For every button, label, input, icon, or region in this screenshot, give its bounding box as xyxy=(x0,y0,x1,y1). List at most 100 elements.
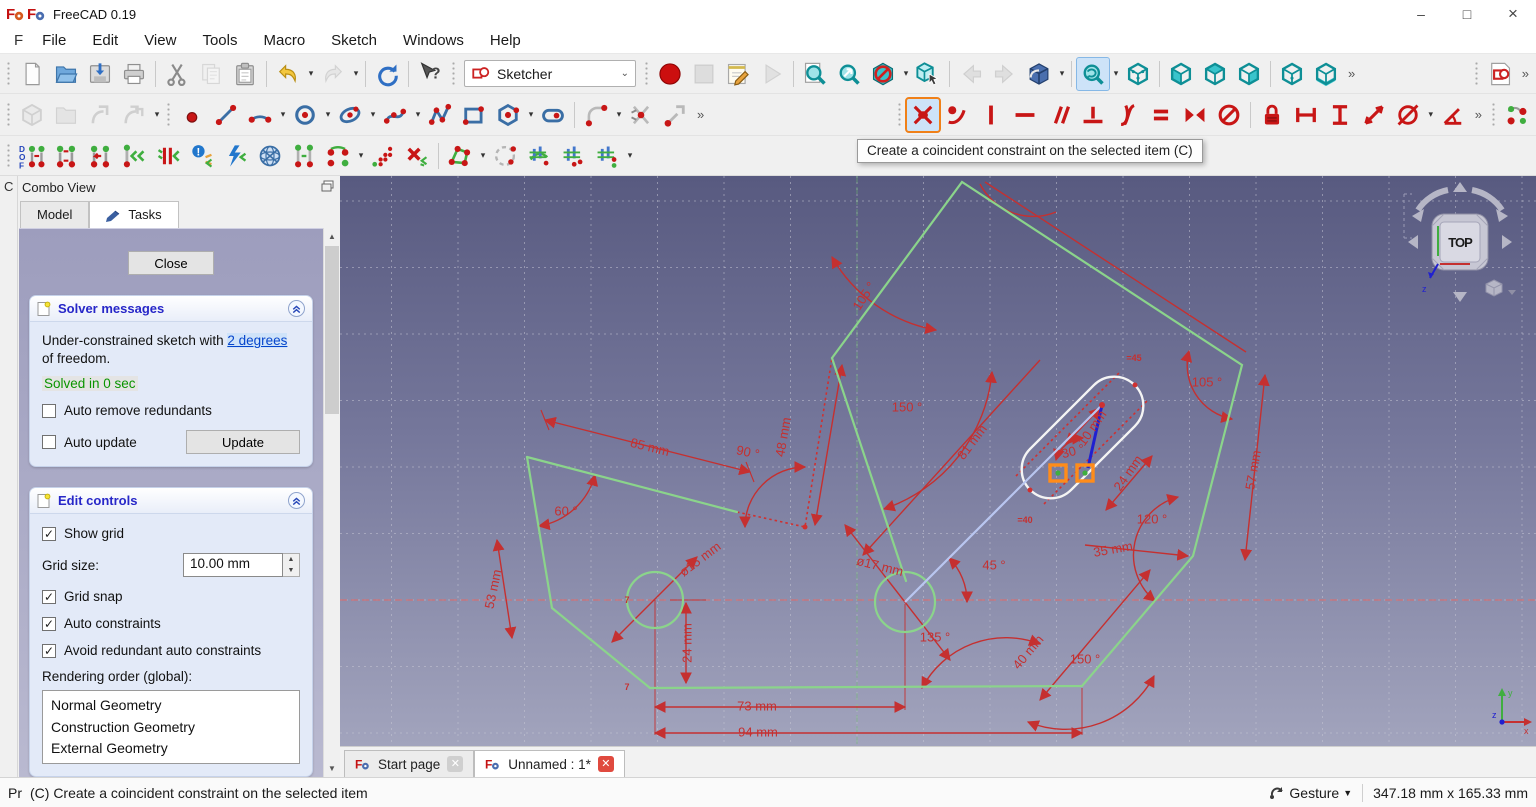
toggle-driving-button[interactable] xyxy=(1500,98,1534,132)
close-button[interactable]: Close xyxy=(128,251,214,275)
sketch-canvas[interactable] xyxy=(340,176,1536,746)
select-constraints-button[interactable] xyxy=(49,139,83,173)
auto-remove-redundants-checkbox[interactable] xyxy=(42,404,56,418)
scroll-up-icon[interactable]: ▲ xyxy=(324,228,340,245)
menu-file[interactable]: File xyxy=(29,30,79,51)
select-malformed-button[interactable]: ! xyxy=(185,139,219,173)
geo-bspline-dropdown-icon[interactable]: ▾ xyxy=(413,109,423,120)
whats-this-button[interactable]: ? xyxy=(413,57,447,91)
dimension-label[interactable]: 7 xyxy=(624,595,629,605)
pan-right-arrow[interactable] xyxy=(1502,235,1512,249)
macro-play-button[interactable] xyxy=(755,57,789,91)
constraint-diameter-dropdown-icon[interactable]: ▾ xyxy=(1426,109,1436,120)
make-link-button[interactable] xyxy=(83,98,117,132)
dimension-label[interactable]: 45 ° xyxy=(982,558,1005,573)
fit-selection-button[interactable] xyxy=(832,57,866,91)
close-tab-icon[interactable]: ✕ xyxy=(598,756,614,772)
dimension-label[interactable]: 7 xyxy=(624,682,629,692)
auto-update-checkbox[interactable] xyxy=(42,435,56,449)
constraint-hdistance-button[interactable] xyxy=(1289,98,1323,132)
toolbar-handle[interactable] xyxy=(644,61,649,87)
constraint-diameter-button[interactable] xyxy=(1391,98,1425,132)
menu-sketch[interactable]: Sketch xyxy=(318,30,390,51)
close-tab-icon[interactable]: ✕ xyxy=(447,756,463,772)
macro-record-button[interactable] xyxy=(653,57,687,91)
constraint-parallel-button[interactable] xyxy=(1042,98,1076,132)
select-elements-button[interactable] xyxy=(83,139,117,173)
navigation-cube[interactable]: TOP z xyxy=(1398,180,1522,306)
make-sub-link-dropdown-icon[interactable]: ▾ xyxy=(152,109,162,120)
bspline-comb-button[interactable] xyxy=(522,139,556,173)
tilt-down-arrow[interactable] xyxy=(1453,292,1467,302)
tab-start-page[interactable]: F Start page ✕ xyxy=(344,750,474,777)
constraint-horizontal-button[interactable] xyxy=(1008,98,1042,132)
bspline-convert-button[interactable] xyxy=(443,139,477,173)
bspline-poles-button[interactable] xyxy=(590,139,624,173)
bspline-polygon-button[interactable] xyxy=(488,139,522,173)
geo-slot-button[interactable] xyxy=(536,98,570,132)
rotate-view-button[interactable] xyxy=(1076,57,1110,91)
rendering-order-list[interactable]: Normal Geometry Construction Geometry Ex… xyxy=(42,690,300,764)
dimension-label[interactable]: 94 mm xyxy=(738,725,778,740)
geo-arc-button[interactable] xyxy=(243,98,277,132)
undo-button[interactable] xyxy=(271,57,305,91)
geo-circle-dropdown-icon[interactable]: ▾ xyxy=(323,109,333,120)
constraint-tangent-button[interactable] xyxy=(1110,98,1144,132)
panel-scrollbar[interactable]: ▲ ▼ xyxy=(323,228,340,777)
linked-view-button[interactable] xyxy=(1022,57,1056,91)
grid-size-input[interactable]: 10.00 mm xyxy=(183,553,283,577)
tab-unnamed-document[interactable]: F Unnamed : 1* ✕ xyxy=(474,750,625,777)
grid-snap-checkbox[interactable]: ✓ xyxy=(42,590,56,604)
gesture-selector[interactable]: Gesture▼ xyxy=(1269,785,1352,801)
toolbar-handle[interactable] xyxy=(166,102,171,128)
fit-all-button[interactable] xyxy=(798,57,832,91)
rotate-left-arrow[interactable] xyxy=(1418,190,1448,210)
nav-forward-button[interactable] xyxy=(988,57,1022,91)
rotate-view-dropdown-icon[interactable]: ▾ xyxy=(1111,68,1121,79)
view-top-button[interactable] xyxy=(1198,57,1232,91)
constraint-lock-button[interactable] xyxy=(1255,98,1289,132)
cube-top-face[interactable]: TOP xyxy=(1448,235,1473,250)
menu-tools[interactable]: Tools xyxy=(189,30,250,51)
dof-link[interactable]: 2 degrees xyxy=(227,333,287,348)
pan-left-arrow[interactable] xyxy=(1408,235,1418,249)
toolbar-overflow-button[interactable]: » xyxy=(692,107,709,122)
scrollbar-thumb[interactable] xyxy=(325,246,339,414)
create-group-button[interactable] xyxy=(49,98,83,132)
cursor-cube-button[interactable] xyxy=(911,57,945,91)
menu-view[interactable]: View xyxy=(131,30,189,51)
rotate-right-arrow[interactable] xyxy=(1472,190,1502,210)
toolbar-handle[interactable] xyxy=(1474,61,1479,87)
linked-view-dropdown-icon[interactable]: ▾ xyxy=(1057,68,1067,79)
geo-circle-button[interactable] xyxy=(288,98,322,132)
cube-menu[interactable] xyxy=(1486,280,1516,296)
selected-point-markers[interactable] xyxy=(1050,465,1093,481)
dimension-label[interactable]: 150 ° xyxy=(1070,652,1101,667)
undo-dropdown-icon[interactable]: ▾ xyxy=(306,68,316,79)
view-rear-button[interactable] xyxy=(1275,57,1309,91)
constraint-point-on-object-button[interactable] xyxy=(940,98,974,132)
bspline-poles-dropdown-icon[interactable]: ▾ xyxy=(625,150,635,161)
toolbar-handle[interactable] xyxy=(6,61,11,87)
view-axonometric-button[interactable] xyxy=(1121,57,1155,91)
grid-size-stepper[interactable]: ▲▼ xyxy=(283,553,300,577)
nav-back-button[interactable] xyxy=(954,57,988,91)
view-bottom-button[interactable] xyxy=(1309,57,1343,91)
dimension-label[interactable]: 105 ° xyxy=(1192,375,1223,390)
close-icon[interactable]: × xyxy=(1490,0,1536,28)
menu-windows[interactable]: Windows xyxy=(390,30,477,51)
geo-bspline-button[interactable] xyxy=(378,98,412,132)
dimension-label[interactable]: 24 mm xyxy=(680,623,695,663)
constraint-perpendicular-button[interactable] xyxy=(1076,98,1110,132)
collapse-icon[interactable] xyxy=(288,492,305,509)
clone-tool-dropdown-icon[interactable]: ▾ xyxy=(356,150,366,161)
print-button[interactable] xyxy=(117,57,151,91)
dimension-label[interactable]: =45 xyxy=(1126,353,1141,363)
extend-button[interactable] xyxy=(658,98,692,132)
edit-sketch-button[interactable] xyxy=(1483,57,1517,91)
dimension-lines[interactable] xyxy=(497,182,1265,733)
geo-point-button[interactable] xyxy=(175,98,209,132)
dimension-label[interactable]: 120 ° xyxy=(1137,512,1168,527)
create-part-button[interactable] xyxy=(15,98,49,132)
toolbar-handle[interactable] xyxy=(1491,102,1496,128)
